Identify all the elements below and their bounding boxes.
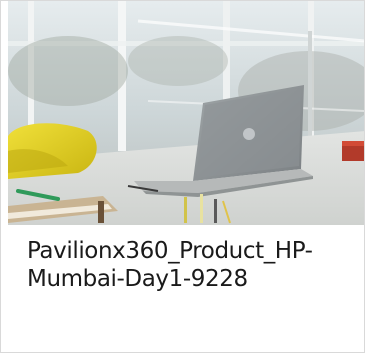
product-photo[interactable] [8, 1, 364, 225]
image-title-line-2: Mumbai-Day1-9228 [27, 266, 248, 292]
laptop-office-photo [8, 1, 364, 225]
image-card[interactable]: Pavilionx360_Product_HP- Mumbai-Day1-922… [0, 0, 365, 353]
image-title-line-1: Pavilionx360_Product_HP- [27, 238, 313, 264]
image-title[interactable]: Pavilionx360_Product_HP- Mumbai-Day1-922… [27, 237, 347, 293]
